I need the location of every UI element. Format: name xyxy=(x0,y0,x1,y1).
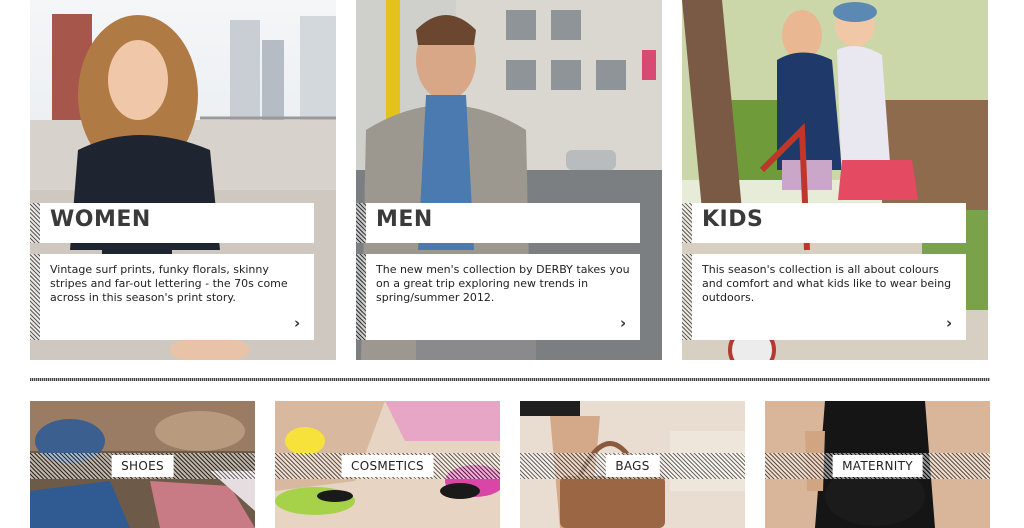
card-men[interactable]: MEN The new men's collection by DERBY ta… xyxy=(356,0,662,360)
tile-shoes[interactable]: SHOES xyxy=(30,401,255,528)
tile-label-shoes[interactable]: SHOES xyxy=(111,455,174,477)
card-title-men[interactable]: MEN xyxy=(376,207,433,232)
tile-label-maternity[interactable]: MATERNITY xyxy=(832,455,923,477)
chevron-right-icon[interactable]: › xyxy=(294,316,300,331)
card-description-women: Vintage surf prints, funky florals, skin… xyxy=(50,263,288,304)
card-title-women[interactable]: WOMEN xyxy=(50,207,151,232)
card-kids[interactable]: KIDS This season's collection is all abo… xyxy=(682,0,988,360)
tile-label-bags[interactable]: BAGS xyxy=(605,455,660,477)
card-description-kids: This season's collection is all about co… xyxy=(702,263,952,304)
tile-bags[interactable]: BAGS xyxy=(520,401,745,528)
card-women[interactable]: WOMEN Vintage surf prints, funky florals… xyxy=(30,0,336,360)
tile-cosmetics[interactable]: COSMETICS xyxy=(275,401,500,528)
category-page: WOMEN Vintage surf prints, funky florals… xyxy=(0,0,1024,528)
card-description-men: The new men's collection by DERBY takes … xyxy=(376,263,630,304)
section-divider xyxy=(30,378,990,381)
chevron-right-icon[interactable]: › xyxy=(620,316,626,331)
tile-maternity[interactable]: MATERNITY xyxy=(765,401,990,528)
tile-label-cosmetics[interactable]: COSMETICS xyxy=(341,455,434,477)
card-title-kids[interactable]: KIDS xyxy=(702,207,763,232)
chevron-right-icon[interactable]: › xyxy=(946,316,952,331)
